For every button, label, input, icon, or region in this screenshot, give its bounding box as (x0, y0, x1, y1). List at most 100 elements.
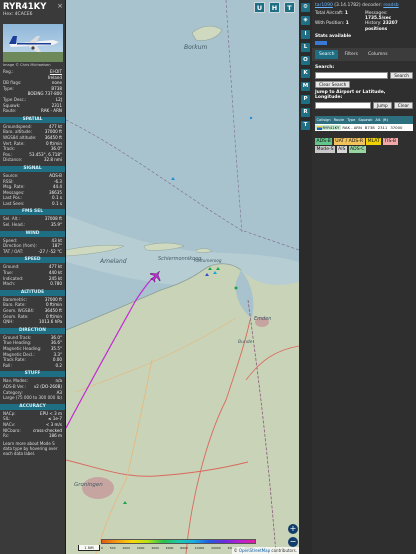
osm-link[interactable]: OpenStreetMap (239, 548, 270, 553)
info-value: 1013.6 hPa (38, 319, 62, 325)
map-button-h[interactable]: H (269, 2, 280, 13)
stats-grid: Total Aircraft: 1 Messages: 1735.5/sec Wit… (312, 10, 416, 33)
legend-ais: AIS (336, 146, 348, 154)
cell-type: B738 (364, 124, 375, 130)
info-row: Roll: 0.2 (0, 363, 65, 369)
photo-credit: Image © Chris Michaelsen (3, 63, 51, 67)
section-header[interactable]: ACCURACY (0, 403, 65, 410)
stat-label: With Position: (315, 21, 345, 27)
zoom-out-button[interactable]: − (288, 537, 298, 547)
section-header[interactable]: DIRECTION (0, 327, 65, 334)
map-attribution: © OpenStreetMap contributors. (231, 547, 299, 554)
version-text: (3.14.1782) decoder: (334, 3, 382, 8)
info-row: Distance: 32.8 nmi (0, 157, 65, 163)
aircraft-table-body: RYR41KY RAK - ARN B738 2311 37000 (315, 123, 413, 131)
toggle-button-t[interactable]: T (301, 121, 310, 130)
info-label: Roll: (3, 362, 12, 368)
info-row: Mach: 0.780 (0, 281, 65, 287)
info-sections: SPATIAL Groundspeed: 477 kt Baro. altitude:… (0, 116, 65, 439)
section-header[interactable]: STUFF (0, 371, 65, 378)
gear-icon[interactable]: ⚙ (301, 3, 310, 12)
stats-bar[interactable] (315, 40, 327, 45)
legend-ads-c: ADS-C (348, 146, 366, 154)
toggle-button-l[interactable]: L (301, 43, 310, 52)
info-value: 32.8 nmi (43, 157, 62, 163)
legend-ads-b: ADS-B (315, 137, 333, 145)
altitude-tick-label: 6000 (165, 546, 174, 550)
layers-icon[interactable]: ◈ (301, 16, 310, 25)
place-label: Groningen (74, 482, 103, 488)
stat-item: With Position: 1 (315, 21, 363, 31)
toggle-button-r[interactable]: R (301, 108, 310, 117)
decoder-link[interactable]: readsb (383, 3, 398, 8)
tab-filters[interactable]: Filters (340, 50, 362, 59)
place-label: Ameland (100, 258, 127, 265)
jump-button[interactable]: Jump (372, 101, 392, 109)
cell-route: RAK - ARN (342, 124, 362, 130)
map-background (66, 0, 299, 554)
close-icon[interactable]: × (57, 2, 63, 10)
info-value: 35.9° (50, 222, 62, 228)
hex-code: Hex: 4CACE6 (3, 12, 33, 17)
stat-value: 1 (345, 21, 349, 27)
column-header[interactable]: Type (346, 118, 357, 122)
legend-uat-ads-r: UAT / ADS-R (333, 137, 365, 145)
info-label: Distance: (3, 157, 23, 163)
tar1090-link[interactable]: tar1090 (315, 3, 333, 8)
info-row: QNH: 1013.6 hPa (0, 319, 65, 325)
search-input[interactable] (315, 71, 389, 79)
tab-search[interactable]: Search (315, 49, 339, 59)
column-header[interactable]: Callsign (315, 118, 332, 122)
tab-columns[interactable]: Columns (364, 50, 392, 59)
search-button[interactable]: Search (390, 71, 413, 79)
section-header[interactable]: ALTITUDE (0, 289, 65, 296)
stats-available: Stats available (315, 33, 352, 39)
place-label: Bunde (238, 340, 253, 345)
jump-input[interactable] (315, 101, 371, 109)
info-label: TAT / OAT: (3, 248, 24, 254)
map-button-u[interactable]: U (254, 2, 265, 13)
clear-jump-button[interactable]: Clear (393, 101, 413, 109)
toggle-button-i[interactable]: I (301, 30, 310, 39)
source-legend: ADS-B UAT / ADS-R MLAT TIS-B Mode-S AIS ADS-C (312, 135, 416, 154)
info-value: 0.780 (50, 281, 62, 287)
zoom-in-button[interactable]: + (288, 524, 298, 534)
info-label: Rc: (3, 433, 10, 439)
section-header[interactable]: SPATIAL (0, 116, 65, 123)
cell-squawk: 2311 (377, 124, 388, 130)
column-header[interactable]: Alt. (ft) (374, 118, 390, 122)
column-header[interactable]: Route (332, 118, 345, 122)
map-tool-strip: ⚙ ◈ ILOKMPRT (299, 0, 312, 554)
section-header[interactable]: WIND (0, 230, 65, 237)
info-label: Type: (3, 85, 14, 91)
legend-tis-b: TIS-B (382, 137, 398, 145)
toggle-button-o[interactable]: O (301, 56, 310, 65)
aircraft-photo[interactable] (3, 24, 63, 62)
section-header[interactable]: SIGNAL (0, 165, 65, 172)
column-header[interactable]: Squawk (357, 118, 374, 122)
toggle-button-p[interactable]: P (301, 95, 310, 104)
section-header[interactable]: SPEED (0, 257, 65, 264)
registration-block: Reg.: EI-DIT Ireland DB flags: none Type: B738… (0, 69, 65, 114)
legend-mode-s: Mode-S (315, 146, 336, 154)
aircraft-header: RYR41KY Hex: 4CACE6 × (0, 0, 65, 24)
map-button-t[interactable]: T (284, 2, 295, 13)
stat-item: History: 23207 positions (365, 21, 413, 31)
stat-label: Total Aircraft: (315, 11, 344, 16)
cell-callsign: RYR41KY (315, 124, 341, 130)
altitude-tick-label: 8000 (180, 546, 188, 550)
clear-search-button[interactable]: Clear Search (315, 80, 351, 88)
map-view[interactable]: Ameland Schiermonnikoog Rottumeroog Borkum G… (66, 0, 299, 554)
toggle-button-m[interactable]: M (301, 82, 310, 91)
info-label: Sel. Head.: (3, 222, 26, 228)
table-row[interactable]: RYR41KY RAK - ARN B738 2311 37000 (315, 123, 413, 131)
panel-tabs: Search Filters Columns (312, 47, 416, 61)
toggle-button-k[interactable]: K (301, 69, 310, 78)
ireland-flag-icon (316, 126, 322, 130)
info-value: 0.1 s (52, 200, 62, 206)
place-label: Rottumeroog (194, 258, 222, 263)
section-header[interactable]: FMS SEL (0, 209, 65, 216)
cell-callsign-text: RYR41KY (322, 124, 340, 130)
legend-mlat: MLAT (366, 137, 382, 145)
altitude-tick-label: 2000 (136, 546, 145, 550)
